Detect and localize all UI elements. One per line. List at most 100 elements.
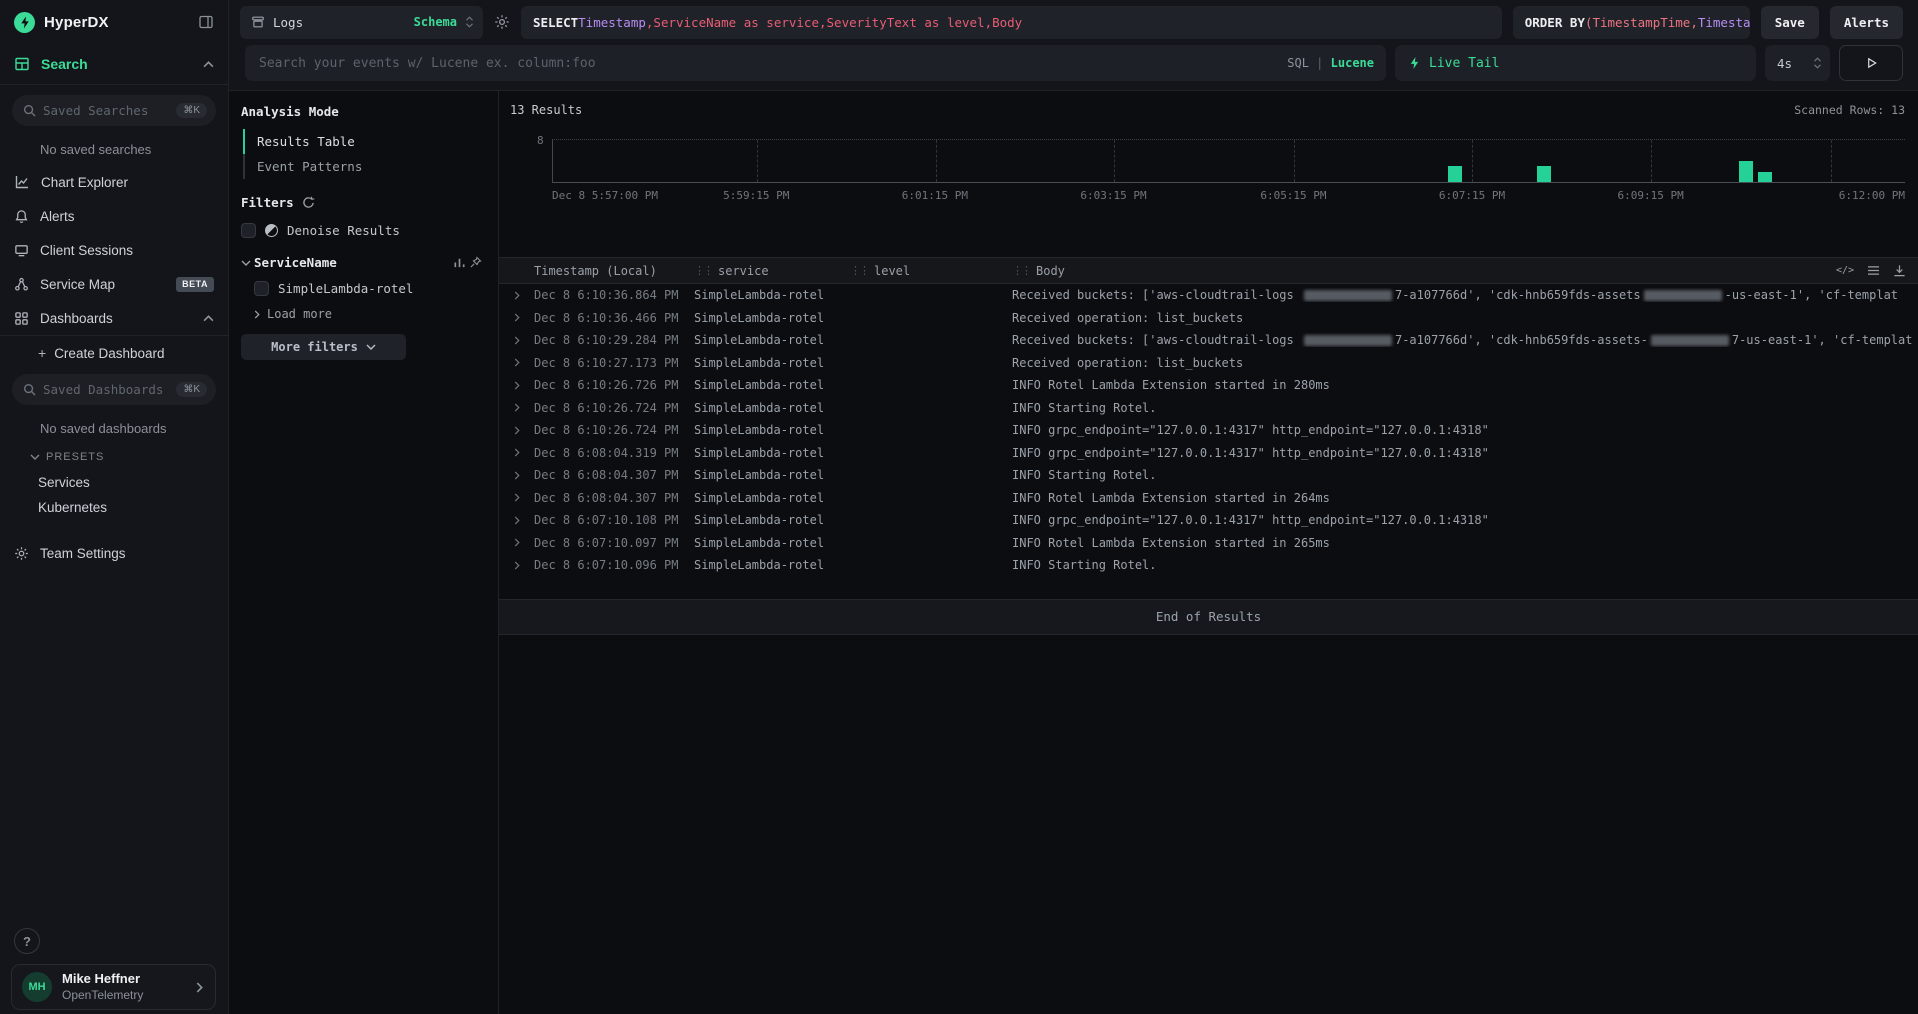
download-icon[interactable] xyxy=(1893,264,1906,277)
saved-searches-search[interactable]: ⌘K xyxy=(12,95,216,126)
row-expand-chevron-icon[interactable] xyxy=(499,516,534,525)
user-card[interactable]: MH Mike Heffner OpenTelemetry xyxy=(11,964,216,1010)
histogram-bar[interactable] xyxy=(1537,166,1551,182)
avatar: MH xyxy=(22,972,52,1002)
sidebar-item-alerts[interactable]: Alerts xyxy=(0,199,228,233)
denoise-results-toggle[interactable]: Denoise Results xyxy=(241,223,482,238)
drag-handle-icon[interactable]: ⋮⋮ xyxy=(694,264,712,277)
cell-service: SimpleLambda-rotel xyxy=(694,513,850,527)
sidebar-collapse-icon[interactable] xyxy=(198,14,214,30)
bell-icon xyxy=(14,209,29,224)
table-row[interactable]: Dec 8 6:07:10.096 PMSimpleLambda-rotelIN… xyxy=(499,554,1918,577)
chart-plot[interactable]: 8 xyxy=(552,139,1905,183)
drag-handle-icon[interactable]: ⋮⋮ xyxy=(1012,264,1030,277)
facet-chart-icon[interactable] xyxy=(453,256,466,269)
table-row[interactable]: Dec 8 6:08:04.319 PMSimpleLambda-rotelIN… xyxy=(499,442,1918,465)
denoise-checkbox[interactable] xyxy=(241,223,256,238)
refresh-interval-select[interactable]: 4s xyxy=(1765,45,1830,81)
drag-handle-icon[interactable]: ⋮⋮ xyxy=(850,264,868,277)
table-row[interactable]: Dec 8 6:08:04.307 PMSimpleLambda-rotelIN… xyxy=(499,464,1918,487)
more-filters-button[interactable]: More filters xyxy=(241,334,406,360)
table-row[interactable]: Dec 8 6:10:26.726 PMSimpleLambda-rotelIN… xyxy=(499,374,1918,397)
create-dashboard-button[interactable]: + Create Dashboard xyxy=(0,336,228,370)
save-button[interactable]: Save xyxy=(1761,6,1819,39)
cell-body: INFO Rotel Lambda Extension started in 2… xyxy=(1012,378,1918,392)
facet-value-row[interactable]: SimpleLambda-rotel xyxy=(241,281,482,296)
table-header: Timestamp (Local) ⋮⋮service ⋮⋮level ⋮⋮Bo… xyxy=(499,257,1918,284)
row-expand-chevron-icon[interactable] xyxy=(499,448,534,457)
sidebar-item-chart-explorer[interactable]: Chart Explorer xyxy=(0,165,228,199)
histogram-bar[interactable] xyxy=(1448,166,1462,182)
row-expand-chevron-icon[interactable] xyxy=(499,493,534,502)
sidebar-item-dashboards[interactable]: Dashboards xyxy=(0,301,228,335)
col-header-body[interactable]: ⋮⋮Body xyxy=(1012,264,1828,278)
histogram-bar[interactable] xyxy=(1739,161,1753,182)
analysis-mode-results-table[interactable]: Results Table xyxy=(243,129,482,154)
query-token: SELECT xyxy=(533,15,578,30)
row-expand-chevron-icon[interactable] xyxy=(499,381,534,390)
query-token: , xyxy=(646,15,654,30)
run-query-button[interactable] xyxy=(1839,45,1903,81)
table-row[interactable]: Dec 8 6:10:26.724 PMSimpleLambda-rotelIN… xyxy=(499,419,1918,442)
col-header-timestamp[interactable]: Timestamp (Local) xyxy=(534,264,694,278)
row-expand-chevron-icon[interactable] xyxy=(499,403,534,412)
gridline xyxy=(1472,140,1473,182)
sidebar-item-search[interactable]: Search xyxy=(0,44,228,84)
table-row[interactable]: Dec 8 6:08:04.307 PMSimpleLambda-rotelIN… xyxy=(499,487,1918,510)
row-expand-chevron-icon[interactable] xyxy=(499,471,534,480)
help-button[interactable]: ? xyxy=(14,928,40,954)
chevron-up-icon[interactable] xyxy=(203,61,214,68)
row-expand-chevron-icon[interactable] xyxy=(499,426,534,435)
code-view-icon[interactable]: </> xyxy=(1836,265,1854,276)
table-row[interactable]: Dec 8 6:10:36.466 PMSimpleLambda-rotelRe… xyxy=(499,307,1918,330)
table-row[interactable]: Dec 8 6:10:26.724 PMSimpleLambda-rotelIN… xyxy=(499,397,1918,420)
search-row: SQL | Lucene Live Tail 4s xyxy=(229,44,1918,90)
row-expand-chevron-icon[interactable] xyxy=(499,313,534,322)
table-row[interactable]: Dec 8 6:10:27.173 PMSimpleLambda-rotelRe… xyxy=(499,352,1918,375)
saved-dashboards-input[interactable] xyxy=(43,382,169,397)
refresh-icon[interactable] xyxy=(302,196,315,209)
row-density-icon[interactable] xyxy=(1867,265,1880,276)
preset-services[interactable]: Services xyxy=(0,470,228,495)
analysis-mode-event-patterns[interactable]: Event Patterns xyxy=(243,154,482,179)
row-expand-chevron-icon[interactable] xyxy=(499,336,534,345)
lang-sql[interactable]: SQL xyxy=(1287,56,1309,70)
table-row[interactable]: Dec 8 6:07:10.097 PMSimpleLambda-rotelIN… xyxy=(499,532,1918,555)
pin-icon[interactable] xyxy=(469,256,482,269)
x-axis-tick: 5:59:15 PM xyxy=(723,189,789,202)
event-search-box[interactable]: SQL | Lucene xyxy=(245,45,1386,81)
preset-kubernetes[interactable]: Kubernetes xyxy=(0,495,228,520)
source-select[interactable]: Logs Schema xyxy=(240,6,483,39)
chevron-up-icon[interactable] xyxy=(203,315,214,322)
saved-dashboards-search[interactable]: ⌘K xyxy=(12,374,216,405)
row-expand-chevron-icon[interactable] xyxy=(499,291,534,300)
row-expand-chevron-icon[interactable] xyxy=(499,561,534,570)
table-row[interactable]: Dec 8 6:10:36.864 PMSimpleLambda-rotelRe… xyxy=(499,284,1918,307)
select-query-editor[interactable]: SELECT Timestamp, ServiceName as service… xyxy=(521,6,1502,39)
facet-value-checkbox[interactable] xyxy=(254,281,269,296)
cell-service: SimpleLambda-rotel xyxy=(694,333,850,347)
load-more-button[interactable]: Load more xyxy=(254,307,482,321)
order-by-editor[interactable]: ORDER BY (TimestampTime, Timestamp) DESC xyxy=(1513,6,1750,39)
sidebar-item-client-sessions[interactable]: Client Sessions xyxy=(0,233,228,267)
source-settings-gear-icon[interactable] xyxy=(494,14,510,30)
facet-servicename-header[interactable]: ServiceName xyxy=(241,255,482,270)
histogram-bar[interactable] xyxy=(1758,172,1772,183)
sidebar-item-team-settings[interactable]: Team Settings xyxy=(0,536,228,570)
lang-lucene[interactable]: Lucene xyxy=(1331,56,1374,70)
event-search-input[interactable] xyxy=(259,56,1277,71)
col-header-level[interactable]: ⋮⋮level xyxy=(850,264,1012,278)
table-row[interactable]: Dec 8 6:07:10.108 PMSimpleLambda-rotelIN… xyxy=(499,509,1918,532)
row-expand-chevron-icon[interactable] xyxy=(499,358,534,367)
live-tail-button[interactable]: Live Tail xyxy=(1395,45,1756,81)
table-row[interactable]: Dec 8 6:10:29.284 PMSimpleLambda-rotelRe… xyxy=(499,329,1918,352)
row-expand-chevron-icon[interactable] xyxy=(499,538,534,547)
saved-searches-input[interactable] xyxy=(43,103,169,118)
sidebar-item-service-map[interactable]: Service Map BETA xyxy=(0,267,228,301)
alerts-button[interactable]: Alerts xyxy=(1830,6,1903,39)
schema-link[interactable]: Schema xyxy=(414,15,457,29)
app-root: HyperDX Search ⌘K No saved searches xyxy=(0,0,1918,1014)
gridline xyxy=(1831,140,1832,182)
presets-toggle[interactable]: PRESETS xyxy=(0,444,228,470)
col-header-service[interactable]: ⋮⋮service xyxy=(694,264,850,278)
